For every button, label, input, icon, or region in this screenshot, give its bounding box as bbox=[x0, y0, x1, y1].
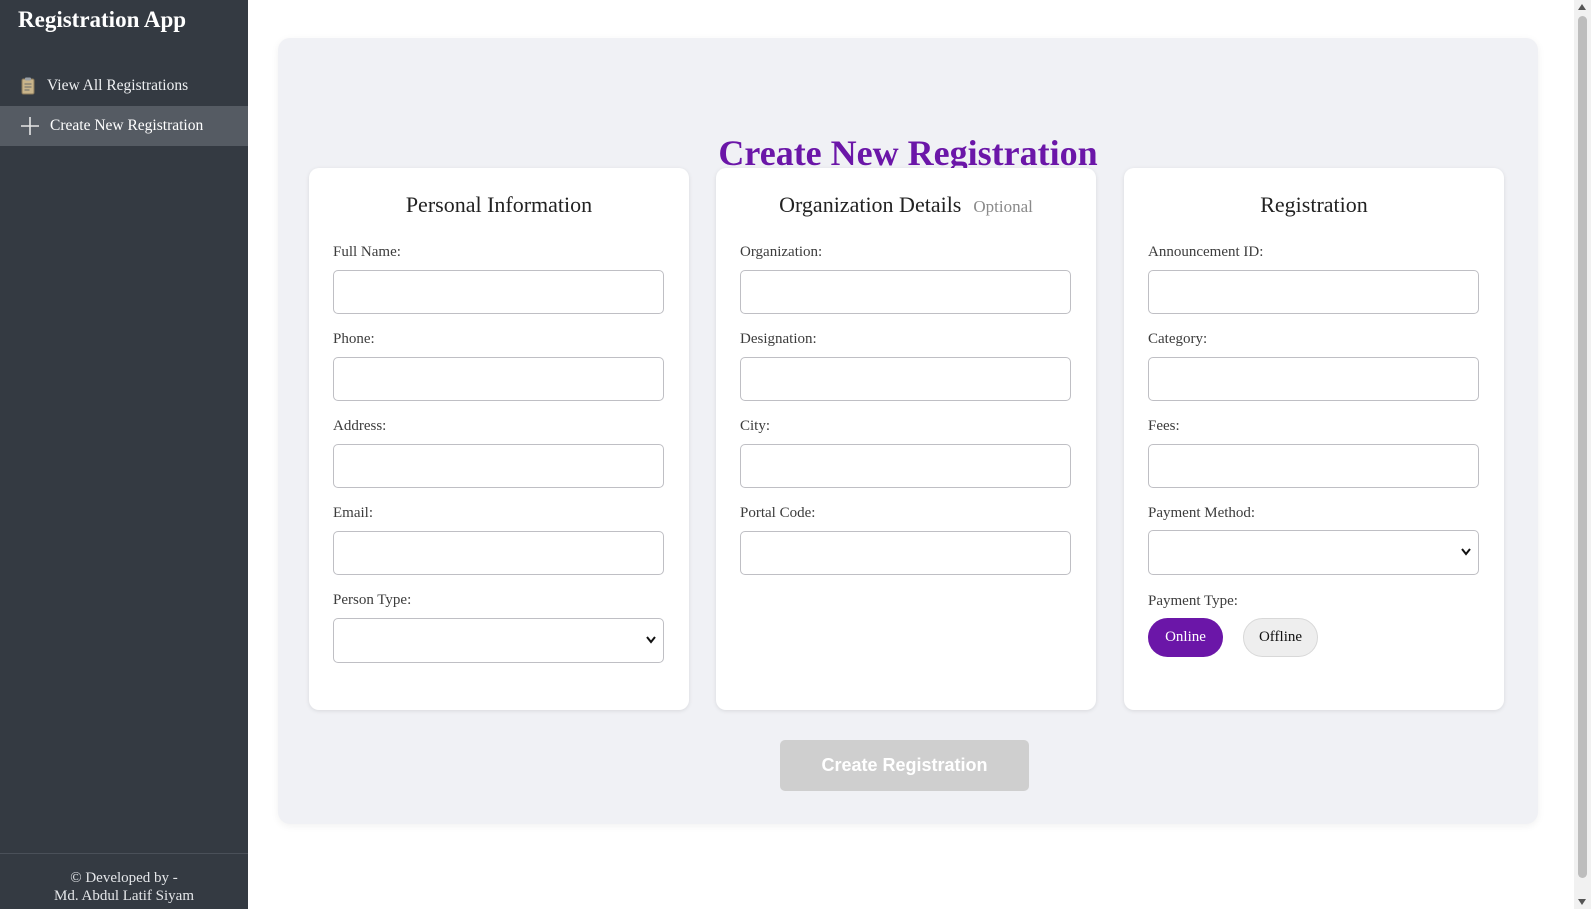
chevron-down-icon bbox=[646, 633, 656, 652]
portal-code-input[interactable] bbox=[740, 531, 1071, 575]
registration-panel: Registration Announcement ID: Category: … bbox=[1124, 168, 1504, 710]
plus-icon bbox=[20, 116, 40, 136]
email-label: Email: bbox=[333, 505, 373, 521]
phone-input[interactable] bbox=[333, 357, 664, 401]
sidebar-item-label: View All Registrations bbox=[47, 77, 189, 94]
panel-title: Registration bbox=[1260, 192, 1368, 217]
address-label: Address: bbox=[333, 418, 387, 434]
scroll-up-arrow-icon[interactable] bbox=[1578, 4, 1586, 10]
payment-type-label: Payment Type: bbox=[1148, 593, 1238, 609]
city-input[interactable] bbox=[740, 444, 1071, 488]
optional-tag: Optional bbox=[973, 197, 1033, 216]
sidebar-footer: © Developed by - Md. Abdul Latif Siyam bbox=[0, 853, 248, 909]
panel-title: Personal Information bbox=[405, 192, 593, 217]
full-name-label: Full Name: bbox=[333, 244, 401, 260]
category-input[interactable] bbox=[1148, 357, 1479, 401]
person-type-select[interactable] bbox=[333, 618, 664, 663]
person-type-label: Person Type: bbox=[333, 592, 412, 608]
organization-label: Organization: bbox=[740, 244, 823, 260]
city-label: City: bbox=[740, 418, 771, 434]
clipboard-icon bbox=[20, 77, 36, 95]
scrollbar-thumb[interactable] bbox=[1578, 16, 1587, 878]
app-title: Registration App bbox=[18, 7, 187, 32]
scroll-down-arrow-icon[interactable] bbox=[1578, 899, 1586, 905]
footer-author: Md. Abdul Latif Siyam bbox=[54, 888, 194, 904]
panel-title-text: Organization Details bbox=[779, 192, 962, 217]
sidebar: Registration App View All Registrations … bbox=[0, 0, 248, 909]
payment-method-select[interactable] bbox=[1148, 530, 1479, 575]
organization-input[interactable] bbox=[740, 270, 1071, 314]
designation-label: Designation: bbox=[740, 331, 817, 347]
personal-information-panel: Personal Information Full Name: Phone: A… bbox=[309, 168, 689, 710]
chevron-down-icon bbox=[1461, 545, 1471, 564]
portal-code-label: Portal Code: bbox=[740, 505, 816, 521]
address-input[interactable] bbox=[333, 444, 664, 488]
sidebar-item-create-new-registration[interactable]: Create New Registration bbox=[0, 106, 248, 146]
footer-credit: © Developed by - bbox=[70, 870, 178, 886]
registration-form-container: Create New Registration Personal Informa… bbox=[278, 38, 1538, 824]
category-label: Category: bbox=[1148, 331, 1208, 347]
phone-label: Phone: bbox=[333, 331, 375, 347]
announcement-id-input[interactable] bbox=[1148, 270, 1479, 314]
payment-type-offline-button[interactable]: Offline bbox=[1243, 618, 1318, 657]
payment-method-label: Payment Method: bbox=[1148, 505, 1256, 521]
page-scrollbar[interactable] bbox=[1574, 0, 1591, 909]
sidebar-item-label: Create New Registration bbox=[50, 117, 204, 134]
designation-input[interactable] bbox=[740, 357, 1071, 401]
payment-type-online-button[interactable]: Online bbox=[1148, 618, 1223, 657]
email-input[interactable] bbox=[333, 531, 664, 575]
sidebar-item-view-all-registrations[interactable]: View All Registrations bbox=[0, 66, 248, 106]
create-registration-button[interactable]: Create Registration bbox=[780, 740, 1029, 791]
full-name-input[interactable] bbox=[333, 270, 664, 314]
panel-title: Organization Details Optional bbox=[716, 192, 1096, 218]
organization-details-panel: Organization Details Optional Organizatio… bbox=[716, 168, 1096, 710]
fees-label: Fees: bbox=[1148, 418, 1180, 434]
fees-input[interactable] bbox=[1148, 444, 1479, 488]
announcement-id-label: Announcement ID: bbox=[1148, 244, 1264, 260]
